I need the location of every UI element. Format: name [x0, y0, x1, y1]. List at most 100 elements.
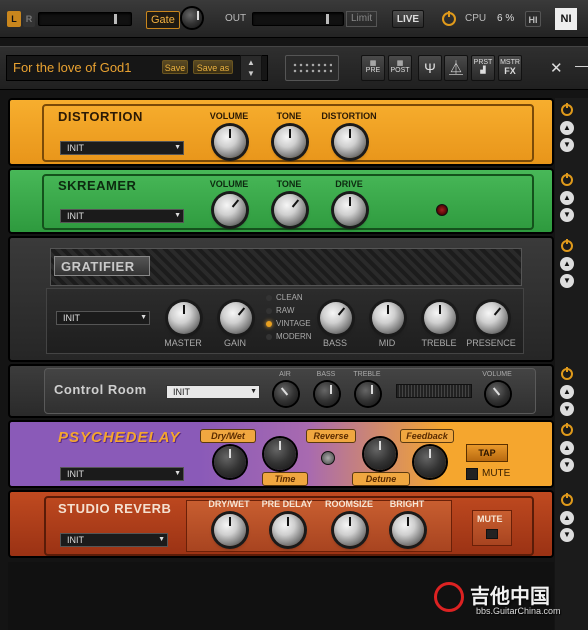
control-room-title: Control Room	[54, 382, 147, 397]
presence-knob[interactable]	[476, 302, 508, 334]
gain-knob[interactable]	[220, 302, 252, 334]
master-fx-button[interactable]: MSTR FX	[498, 55, 522, 81]
distortion-knob[interactable]	[334, 126, 366, 158]
distortion-title: DISTORTION	[58, 109, 143, 124]
tone-knob[interactable]	[274, 126, 306, 158]
save-button[interactable]: Save	[162, 60, 188, 74]
mode-label-raw: RAW	[276, 306, 295, 315]
preset-bar: For the love of God1 Save Save as ▲ ▼ ▦ P…	[0, 46, 588, 90]
pre-delay-knob[interactable]	[272, 514, 304, 546]
bass-knob[interactable]	[320, 302, 352, 334]
post-button[interactable]: ▦ POST	[388, 55, 412, 81]
drive-label: DRIVE	[335, 179, 363, 189]
preset-fx-button[interactable]: PRST ▟	[471, 55, 495, 81]
treble-knob[interactable]	[356, 382, 380, 406]
power-icon[interactable]	[561, 423, 573, 436]
chevron-down-icon[interactable]: ▼	[560, 402, 574, 416]
mute-toggle[interactable]	[486, 529, 498, 539]
psychedelay-preset-dropdown[interactable]: INIT	[60, 467, 184, 481]
skreamer-module: SKREAMER INIT VOLUME TONE DRIVE	[8, 168, 554, 234]
tone-knob[interactable]	[274, 194, 306, 226]
matrix-view-button[interactable]	[285, 55, 339, 81]
chevron-down-icon[interactable]: ▼	[560, 274, 574, 288]
power-icon[interactable]	[442, 11, 456, 26]
mode-label-clean: CLEAN	[276, 293, 303, 302]
l-channel-button[interactable]: L	[7, 11, 21, 27]
close-icon[interactable]: ✕	[550, 59, 563, 77]
skreamer-preset-dropdown[interactable]: INIT	[60, 209, 184, 223]
mute-toggle[interactable]	[466, 468, 478, 480]
mstr-label: MSTR	[500, 59, 520, 66]
gratifier-title: GRATIFIER	[61, 259, 135, 274]
chevron-down-icon[interactable]: ▼	[560, 138, 574, 152]
detune-knob[interactable]	[364, 438, 396, 470]
studio-reverb-title: STUDIO REVERB	[58, 501, 172, 516]
dry-wet-knob[interactable]	[214, 446, 246, 478]
guitarchina-logo	[434, 582, 464, 612]
chevron-up-icon[interactable]: ▲	[247, 58, 255, 67]
chevron-down-icon[interactable]: ▼	[247, 69, 255, 78]
mute-label: MUTE	[477, 514, 503, 524]
reverse-button[interactable]	[321, 451, 335, 465]
r-channel-button[interactable]: R	[23, 11, 35, 27]
hi-button[interactable]: HI	[525, 11, 541, 27]
pre-label: PRE	[365, 67, 381, 74]
tap-button[interactable]: TAP	[466, 444, 508, 462]
feedback-knob[interactable]	[414, 446, 446, 478]
live-button[interactable]: LIVE	[392, 10, 424, 28]
limit-button[interactable]: Limit	[346, 11, 378, 27]
pre-button[interactable]: ▦ PRE	[361, 55, 385, 81]
mode-led-modern[interactable]	[266, 334, 272, 340]
drive-knob[interactable]	[334, 194, 366, 226]
master-knob[interactable]	[168, 302, 200, 334]
bass-knob[interactable]	[315, 382, 339, 406]
detune-tag: Detune	[352, 472, 410, 486]
roomsize-knob[interactable]	[334, 514, 366, 546]
studio-reverb-preset-dropdown[interactable]: INIT	[60, 533, 168, 547]
dry-wet-knob[interactable]	[214, 514, 246, 546]
mid-knob[interactable]	[372, 302, 404, 334]
control-room-preset-dropdown[interactable]: INIT	[166, 385, 260, 399]
preset-stepper[interactable]: ▲ ▼	[240, 55, 262, 81]
mode-led-raw[interactable]	[266, 308, 272, 314]
time-knob[interactable]	[264, 438, 296, 470]
chevron-down-icon[interactable]: ▼	[560, 528, 574, 542]
bright-knob[interactable]	[392, 514, 424, 546]
air-knob[interactable]	[274, 382, 298, 406]
save-as-button[interactable]: Save as	[193, 60, 233, 74]
chevron-up-icon[interactable]: ▲	[560, 511, 574, 525]
time-tag: Time	[262, 472, 308, 486]
chevron-up-icon[interactable]: ▲	[560, 191, 574, 205]
gratifier-preset-dropdown[interactable]: INIT	[56, 311, 150, 325]
gate-knob[interactable]	[182, 8, 202, 28]
distortion-preset-dropdown[interactable]: INIT	[60, 141, 184, 155]
treble-knob[interactable]	[424, 302, 456, 334]
chevron-up-icon[interactable]: ▲	[560, 257, 574, 271]
skreamer-title: SKREAMER	[58, 178, 137, 193]
power-icon[interactable]	[561, 493, 573, 506]
chevron-down-icon[interactable]: ▼	[560, 458, 574, 472]
volume-knob[interactable]	[214, 194, 246, 226]
chevron-up-icon[interactable]: ▲	[560, 121, 574, 135]
psychedelay-title: PSYCHEDELAY	[58, 429, 181, 446]
power-icon[interactable]	[561, 173, 573, 186]
minimize-icon[interactable]: —	[575, 57, 588, 73]
chevron-up-icon[interactable]: ▲	[560, 441, 574, 455]
power-icon[interactable]	[561, 103, 573, 116]
control-room-module: Control Room INIT AIR BASS TREBLE VOLUME	[8, 364, 554, 418]
chevron-down-icon[interactable]: ▼	[560, 208, 574, 222]
gratifier-module: GRATIFIER INIT MASTER GAIN BASS MID TREB…	[8, 236, 554, 362]
prst-label: PRST	[473, 59, 493, 66]
output-meter[interactable]	[252, 12, 344, 26]
volume-knob[interactable]	[486, 382, 510, 406]
mode-led-vintage[interactable]	[266, 321, 272, 327]
mode-led-clean[interactable]	[266, 295, 272, 301]
chevron-up-icon[interactable]: ▲	[560, 385, 574, 399]
tuner-fork-icon[interactable]: Ψ	[418, 55, 442, 81]
power-icon[interactable]	[561, 239, 573, 252]
metronome-icon[interactable]: ⏅	[444, 55, 468, 81]
gate-button[interactable]: Gate	[146, 11, 180, 29]
input-meter[interactable]	[38, 12, 132, 26]
volume-knob[interactable]	[214, 126, 246, 158]
power-icon[interactable]	[561, 367, 573, 380]
